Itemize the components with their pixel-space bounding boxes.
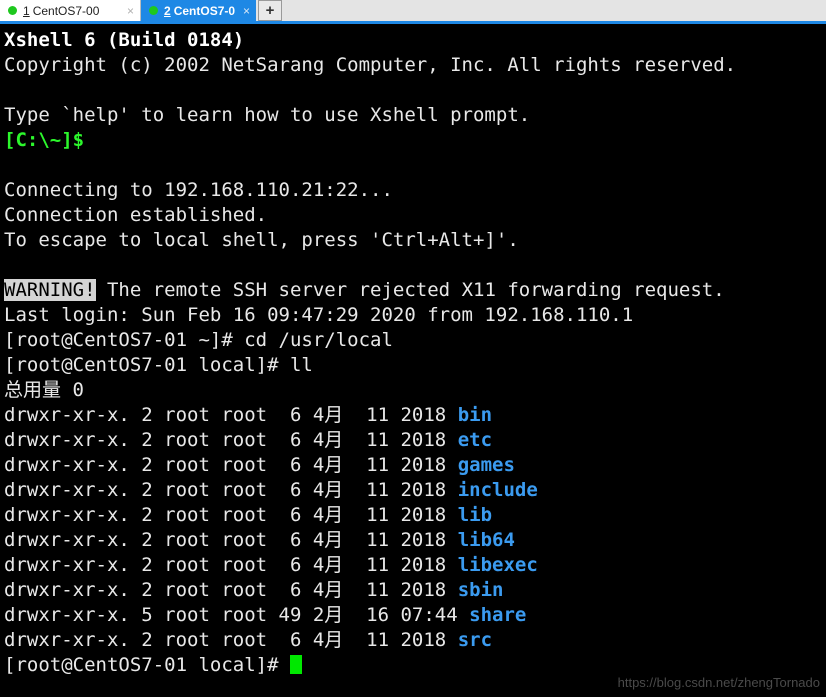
terminal-line: Connection established. xyxy=(4,203,826,228)
terminal-line: [root@CentOS7-01 local]# ll xyxy=(4,353,826,378)
terminal-text: [root@CentOS7-01 local]# ll xyxy=(4,354,313,376)
connected-dot-icon xyxy=(8,6,17,15)
tab-bar: 1 CentOS7-00 × 2 CentOS7-01 × + xyxy=(0,0,826,24)
terminal-line: Xshell 6 (Build 0184) xyxy=(4,28,826,53)
watermark: https://blog.csdn.net/zhengTornado xyxy=(617,675,820,690)
terminal-text: drwxr-xr-x. 2 root root 6 4月 11 2018 xyxy=(4,579,458,601)
terminal-tab-2[interactable]: 2 CentOS7-01 × xyxy=(141,0,256,21)
directory-name: sbin xyxy=(457,579,504,601)
terminal-text: drwxr-xr-x. 2 root root 6 4月 11 2018 xyxy=(4,479,458,501)
terminal-line: Copyright (c) 2002 NetSarang Computer, I… xyxy=(4,53,826,78)
warning-badge: WARNING! xyxy=(4,279,96,301)
terminal-line: Last login: Sun Feb 16 09:47:29 2020 fro… xyxy=(4,303,826,328)
directory-name: etc xyxy=(457,429,493,451)
terminal-line: drwxr-xr-x. 2 root root 6 4月 11 2018 lib… xyxy=(4,553,826,578)
terminal-line: 总用量 0 xyxy=(4,378,826,403)
close-icon[interactable]: × xyxy=(243,5,250,17)
terminal-line: drwxr-xr-x. 2 root root 6 4月 11 2018 gam… xyxy=(4,453,826,478)
directory-name: lib xyxy=(457,504,493,526)
close-icon[interactable]: × xyxy=(127,5,134,17)
tab-number: 1 xyxy=(23,3,30,18)
terminal-text: 总用量 0 xyxy=(4,379,84,401)
terminal-text: [root@CentOS7-01 ~]# cd /usr/local xyxy=(4,329,393,351)
terminal-text: Xshell 6 (Build 0184) xyxy=(4,29,245,51)
tab-label: CentOS7-00 xyxy=(32,3,100,18)
terminal-text: Copyright (c) 2002 NetSarang Computer, I… xyxy=(4,54,737,76)
tab-label: CentOS7-01 xyxy=(173,3,235,18)
terminal-text: drwxr-xr-x. 2 root root 6 4月 11 2018 xyxy=(4,554,458,576)
terminal-text: [root@CentOS7-01 local]# xyxy=(4,654,290,676)
terminal-text: Type `help' to learn how to use Xshell p… xyxy=(4,104,531,126)
directory-name: share xyxy=(469,604,527,626)
terminal-line: drwxr-xr-x. 5 root root 49 2月 16 07:44 s… xyxy=(4,603,826,628)
terminal-text: drwxr-xr-x. 2 root root 6 4月 11 2018 xyxy=(4,629,458,651)
terminal-line: drwxr-xr-x. 2 root root 6 4月 11 2018 bin xyxy=(4,403,826,428)
tab-bar-filler xyxy=(282,0,826,21)
terminal-line: drwxr-xr-x. 2 root root 6 4月 11 2018 lib… xyxy=(4,528,826,553)
terminal-line: [root@CentOS7-01 ~]# cd /usr/local xyxy=(4,328,826,353)
terminal-text: The remote SSH server rejected X11 forwa… xyxy=(95,279,725,301)
directory-name: libexec xyxy=(457,554,538,576)
terminal-text: drwxr-xr-x. 2 root root 6 4月 11 2018 xyxy=(4,404,458,426)
terminal-line: drwxr-xr-x. 2 root root 6 4月 11 2018 src xyxy=(4,628,826,653)
terminal-text: Last login: Sun Feb 16 09:47:29 2020 fro… xyxy=(4,304,634,326)
terminal-text: drwxr-xr-x. 2 root root 6 4月 11 2018 xyxy=(4,504,458,526)
terminal-line: drwxr-xr-x. 2 root root 6 4月 11 2018 sbi… xyxy=(4,578,826,603)
terminal-line: Connecting to 192.168.110.21:22... xyxy=(4,178,826,203)
terminal-text: Connecting to 192.168.110.21:22... xyxy=(4,179,393,201)
terminal-text: Connection established. xyxy=(4,204,268,226)
terminal-line: [C:\~]$ xyxy=(4,128,826,153)
text-cursor xyxy=(289,655,302,674)
terminal-line: WARNING! The remote SSH server rejected … xyxy=(4,278,826,303)
terminal-text: [C:\~]$ xyxy=(4,129,85,151)
terminal-text: drwxr-xr-x. 2 root root 6 4月 11 2018 xyxy=(4,529,458,551)
directory-name: src xyxy=(457,629,493,651)
terminal-line: Type `help' to learn how to use Xshell p… xyxy=(4,103,826,128)
new-tab-button[interactable]: + xyxy=(258,0,282,21)
directory-name: include xyxy=(457,479,538,501)
terminal-text: drwxr-xr-x. 2 root root 6 4月 11 2018 xyxy=(4,429,458,451)
terminal-line: drwxr-xr-x. 2 root root 6 4月 11 2018 inc… xyxy=(4,478,826,503)
terminal-output[interactable]: Xshell 6 (Build 0184) Copyright (c) 2002 … xyxy=(0,24,826,694)
directory-name: lib64 xyxy=(457,529,515,551)
tab-number: 2 xyxy=(164,3,171,18)
terminal-line: drwxr-xr-x. 2 root root 6 4月 11 2018 etc xyxy=(4,428,826,453)
terminal-tab-1[interactable]: 1 CentOS7-00 × xyxy=(0,0,141,21)
directory-name: bin xyxy=(457,404,493,426)
terminal-line-list: Xshell 6 (Build 0184) Copyright (c) 2002 … xyxy=(4,28,826,678)
terminal-line: To escape to local shell, press 'Ctrl+Al… xyxy=(4,228,826,253)
terminal-text: drwxr-xr-x. 2 root root 6 4月 11 2018 xyxy=(4,454,458,476)
directory-name: games xyxy=(457,454,515,476)
connected-dot-icon xyxy=(149,6,158,15)
terminal-line: drwxr-xr-x. 2 root root 6 4月 11 2018 lib xyxy=(4,503,826,528)
terminal-text: drwxr-xr-x. 5 root root 49 2月 16 07:44 xyxy=(4,604,470,626)
terminal-text: To escape to local shell, press 'Ctrl+Al… xyxy=(4,229,519,251)
